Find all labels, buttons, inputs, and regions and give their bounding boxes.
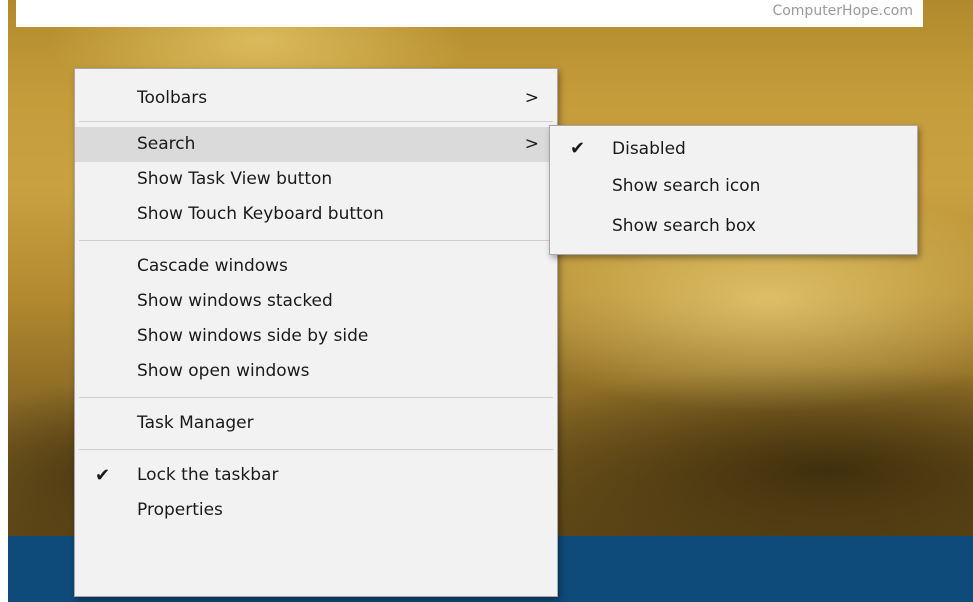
menu-item-label: Search <box>137 134 196 154</box>
menu-item-search[interactable]: Search > <box>75 127 557 162</box>
menu-item-lock-taskbar[interactable]: ✔ Lock the taskbar <box>75 458 557 493</box>
menu-item-label: Show open windows <box>137 361 310 381</box>
checkmark-icon: ✔ <box>570 138 586 159</box>
chevron-right-icon: > <box>524 134 539 154</box>
menu-item-label: Lock the taskbar <box>137 465 279 485</box>
menu-item-label: Show Task View button <box>137 169 333 189</box>
menu-separator <box>79 240 553 241</box>
menu-item-label: Show windows side by side <box>137 326 369 346</box>
menu-item-label: Task Manager <box>137 413 254 433</box>
top-banner: ComputerHope.com <box>16 0 923 27</box>
menu-item-task-manager[interactable]: Task Manager <box>75 406 557 441</box>
menu-item-label: Show windows stacked <box>137 291 333 311</box>
submenu-item-disabled[interactable]: ✔ Disabled <box>550 132 917 166</box>
menu-item-label: Toolbars <box>137 88 208 108</box>
menu-item-toolbars[interactable]: Toolbars > <box>75 81 557 116</box>
menu-item-show-open-windows[interactable]: Show open windows <box>75 354 557 389</box>
menu-item-cascade-windows[interactable]: Cascade windows <box>75 249 557 284</box>
watermark: ComputerHope.com <box>772 3 913 19</box>
menu-item-show-task-view[interactable]: Show Task View button <box>75 162 557 197</box>
chevron-right-icon: > <box>524 88 539 108</box>
menu-separator <box>79 121 553 122</box>
search-submenu: ✔ Disabled Show search icon Show search … <box>549 125 918 255</box>
submenu-item-label: Disabled <box>612 139 686 159</box>
menu-item-label: Cascade windows <box>137 256 288 276</box>
menu-item-properties[interactable]: Properties <box>75 493 557 528</box>
taskbar-context-menu: Toolbars > Search > Show Task View butto… <box>74 68 558 597</box>
submenu-item-show-search-box[interactable]: Show search box <box>550 206 917 246</box>
menu-item-show-windows-side-by-side[interactable]: Show windows side by side <box>75 319 557 354</box>
menu-separator <box>79 397 553 398</box>
menu-item-show-windows-stacked[interactable]: Show windows stacked <box>75 284 557 319</box>
menu-item-label: Properties <box>137 500 223 520</box>
submenu-item-label: Show search icon <box>612 176 761 196</box>
menu-item-label: Show Touch Keyboard button <box>137 204 384 224</box>
checkmark-icon: ✔ <box>95 465 111 486</box>
submenu-item-label: Show search box <box>612 216 756 236</box>
submenu-item-show-search-icon[interactable]: Show search icon <box>550 166 917 206</box>
menu-separator <box>79 449 553 450</box>
screenshot: ComputerHope.com Toolbars > Search > Sho… <box>0 0 973 602</box>
menu-item-show-touch-keyboard[interactable]: Show Touch Keyboard button <box>75 197 557 232</box>
